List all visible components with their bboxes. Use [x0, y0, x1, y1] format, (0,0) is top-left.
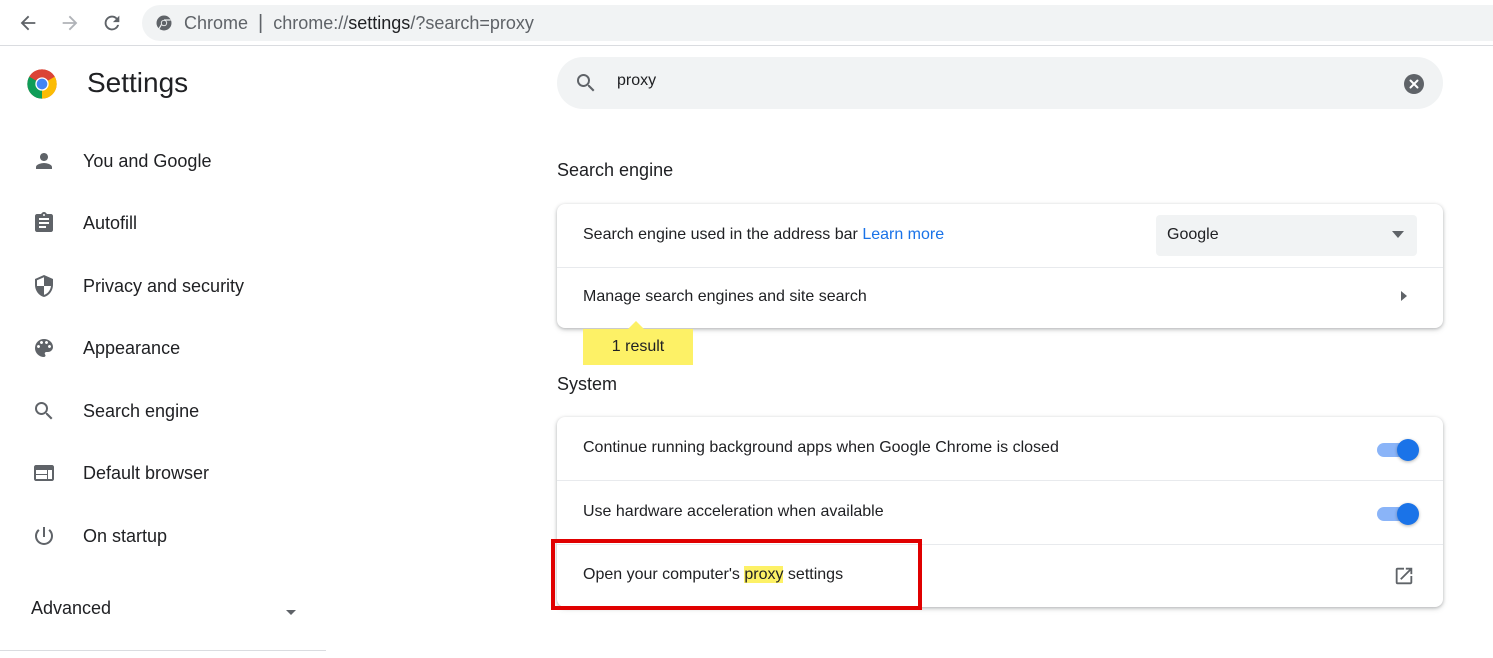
sidebar-item-label: On startup	[83, 525, 168, 546]
sidebar-item-label: Search engine	[83, 400, 200, 421]
search-engine-label-text: Search engine used in the address bar	[583, 226, 858, 243]
search-result-count-bubble: 1 result	[583, 321, 693, 365]
sidebar-item-label: Autofill	[83, 212, 138, 233]
clear-search-icon[interactable]	[1402, 72, 1426, 96]
url-text: chrome://settings/?search=proxy	[273, 13, 534, 34]
reload-icon	[104, 15, 120, 31]
sidebar-advanced-toggle[interactable]: Advanced	[0, 590, 330, 630]
sidebar-item-appearance[interactable]: Appearance	[0, 323, 330, 373]
search-engine-card: Search engine used in the address bar Le…	[557, 204, 1443, 328]
settings-brand: Settings	[26, 67, 188, 100]
toggle-knob	[1397, 439, 1419, 461]
address-bar[interactable]: Chrome | chrome://settings/?search=proxy	[142, 5, 1493, 41]
annotation-highlight-box	[551, 539, 922, 610]
hardware-acceleration-toggle[interactable]	[1377, 503, 1419, 525]
url-prefix: chrome://	[273, 12, 349, 33]
sidebar-item-you-and-google[interactable]: You and Google	[0, 136, 330, 186]
section-title-search-engine: Search engine	[557, 160, 674, 180]
sidebar-item-autofill[interactable]: Autofill	[0, 198, 330, 248]
browser-toolbar: Chrome | chrome://settings/?search=proxy	[0, 0, 1493, 46]
sidebar-item-privacy-and-security[interactable]: Privacy and security	[0, 261, 330, 311]
background-apps-label: Continue running background apps when Go…	[583, 439, 1059, 456]
learn-more-link[interactable]: Learn more	[862, 226, 944, 243]
sidebar-item-label: You and Google	[83, 150, 212, 171]
search-input[interactable]: proxy	[617, 72, 656, 90]
toggle-knob	[1397, 503, 1419, 525]
search-icon	[32, 399, 56, 423]
sidebar-item-label: Default browser	[83, 462, 210, 483]
hardware-acceleration-row[interactable]: Use hardware acceleration when available	[557, 481, 1443, 545]
url-rest: /?search=proxy	[410, 12, 534, 33]
url-host: settings	[348, 12, 411, 33]
omnibox-separator: |	[258, 11, 264, 34]
power-icon	[32, 524, 56, 548]
caret-down-icon	[286, 610, 296, 615]
search-engine-row-label: Search engine used in the address bar Le…	[583, 226, 944, 244]
reload-button[interactable]	[98, 9, 126, 37]
section-title-system: System	[557, 374, 618, 394]
palette-icon	[32, 336, 56, 360]
result-count-text: 1 result	[611, 338, 665, 355]
chrome-logo-icon	[27, 69, 57, 99]
arrow-right-icon	[62, 15, 78, 31]
settings-search-field[interactable]: proxy	[557, 57, 1443, 109]
background-apps-toggle[interactable]	[1377, 439, 1419, 461]
clipboard-icon	[32, 211, 56, 235]
page-title: Settings	[87, 67, 189, 98]
caret-down-icon	[1392, 231, 1404, 238]
arrow-left-icon	[20, 15, 36, 31]
search-engine-select[interactable]: Google	[1156, 215, 1417, 256]
sidebar-item-label: Privacy and security	[83, 275, 245, 296]
manage-search-engines-label: Manage search engines and site search	[583, 288, 867, 305]
open-in-new-icon[interactable]	[1393, 565, 1415, 587]
hardware-acceleration-label: Use hardware acceleration when available	[583, 503, 884, 520]
omnibox-label: Chrome	[184, 12, 249, 33]
sidebar-item-label: Appearance	[83, 337, 181, 358]
chrome-page-icon	[154, 13, 174, 33]
sidebar-item-on-startup[interactable]: On startup	[0, 511, 330, 561]
background-apps-row[interactable]: Continue running background apps when Go…	[557, 417, 1443, 481]
sidebar-item-search-engine[interactable]: Search engine	[0, 386, 330, 436]
back-button[interactable]	[14, 9, 42, 37]
person-icon	[32, 149, 56, 173]
search-icon	[577, 74, 595, 92]
search-engine-select-value: Google	[1167, 226, 1219, 243]
forward-button[interactable]	[56, 9, 84, 37]
search-engine-row: Search engine used in the address bar Le…	[557, 204, 1443, 268]
caret-right-icon	[1401, 291, 1407, 301]
manage-search-engines-row[interactable]: Manage search engines and site search	[557, 266, 1443, 330]
sidebar-item-default-browser[interactable]: Default browser	[0, 448, 330, 498]
browser-window-icon	[32, 461, 56, 485]
advanced-label: Advanced	[31, 598, 112, 618]
shield-icon	[32, 274, 56, 298]
sidebar-divider	[0, 650, 326, 651]
